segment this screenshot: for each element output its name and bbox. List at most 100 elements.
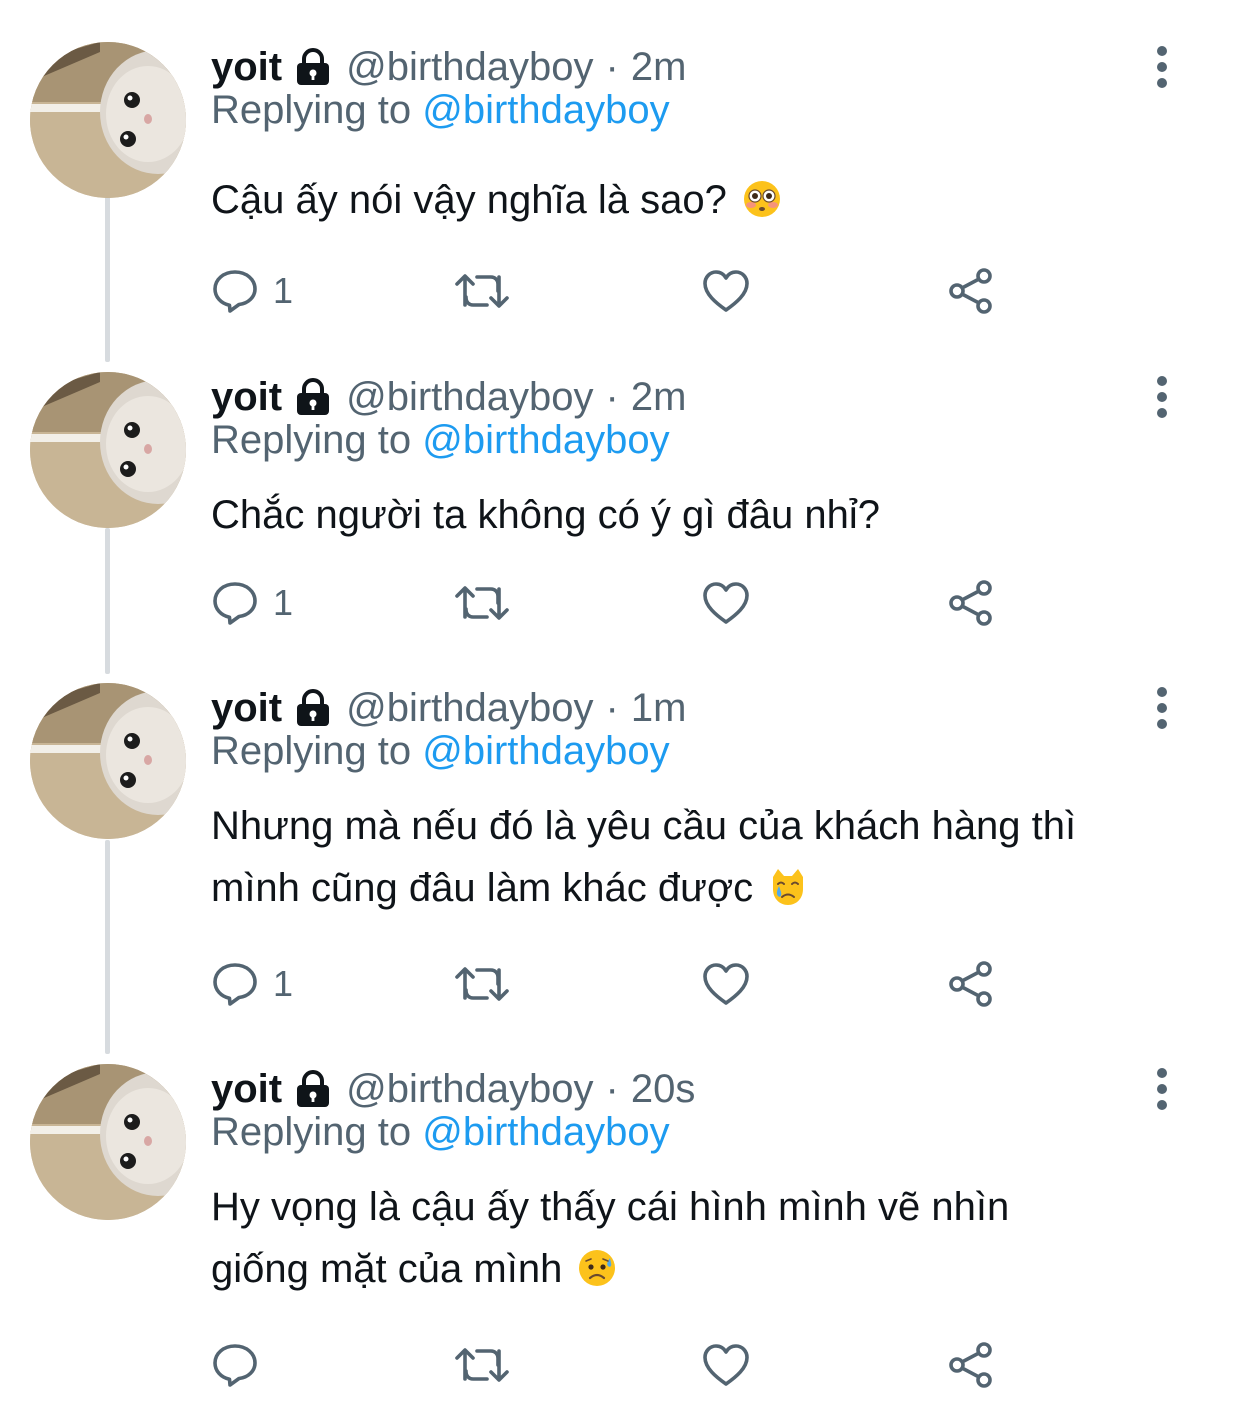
separator: · bbox=[605, 685, 619, 730]
timestamp[interactable]: 2m bbox=[631, 45, 687, 90]
tweet-text-line: mình cũng đâu làm khác được bbox=[211, 866, 754, 910]
thread-connector bbox=[105, 196, 110, 362]
timestamp[interactable]: 20s bbox=[631, 1067, 696, 1112]
share-button[interactable] bbox=[946, 959, 996, 1009]
tweet-header: yoit @birthdayboy · 2m bbox=[211, 42, 686, 92]
reply-icon bbox=[211, 961, 259, 1007]
separator: · bbox=[605, 374, 619, 419]
retweet-button[interactable] bbox=[453, 266, 511, 316]
tweet-text: Cậu ấy nói vậy nghĩa là sao? bbox=[211, 169, 1201, 231]
tweet-header: yoit @birthdayboy · 20s bbox=[211, 1064, 695, 1114]
timestamp[interactable]: 1m bbox=[631, 686, 687, 731]
reply-icon bbox=[211, 268, 259, 314]
timestamp[interactable]: 2m bbox=[631, 375, 687, 420]
like-button[interactable] bbox=[701, 959, 751, 1009]
more-vertical-icon bbox=[1155, 1067, 1169, 1111]
heart-icon bbox=[701, 580, 751, 626]
crying-cat-face-emoji bbox=[768, 867, 808, 907]
more-vertical-icon bbox=[1155, 45, 1169, 89]
more-options-button[interactable] bbox=[1142, 42, 1182, 92]
replying-to: Replying to @birthdayboy bbox=[211, 729, 670, 774]
share-button[interactable] bbox=[946, 1340, 996, 1390]
retweet-button[interactable] bbox=[453, 578, 511, 628]
lock-icon bbox=[294, 1069, 332, 1109]
tweet-text-line: Chắc người ta không có ý gì đâu nhỉ? bbox=[211, 493, 880, 537]
more-vertical-icon bbox=[1155, 686, 1169, 730]
handle[interactable]: @birthdayboy bbox=[346, 45, 593, 90]
retweet-icon bbox=[453, 1343, 511, 1387]
avatar[interactable] bbox=[30, 1064, 186, 1220]
retweet-icon bbox=[453, 269, 511, 313]
tweet-text: Chắc người ta không có ý gì đâu nhỉ? bbox=[211, 484, 1201, 546]
retweet-icon bbox=[453, 581, 511, 625]
tweet-text: Nhưng mà nếu đó là yêu cầu của khách hàn… bbox=[211, 795, 1201, 919]
display-name[interactable]: yoit bbox=[211, 375, 282, 420]
share-icon bbox=[946, 267, 996, 315]
retweet-button[interactable] bbox=[453, 1340, 511, 1390]
separator: · bbox=[605, 44, 619, 89]
retweet-icon bbox=[453, 962, 511, 1006]
tweet-actions: 1 bbox=[211, 266, 1011, 316]
tweet-text-line: Hy vọng là cậu ấy thấy cái hình mình vẽ … bbox=[211, 1185, 1010, 1229]
more-vertical-icon bbox=[1155, 375, 1169, 419]
more-options-button[interactable] bbox=[1142, 372, 1182, 422]
replying-to-prefix: Replying to bbox=[211, 1110, 412, 1154]
tweet-text-line: giống mặt của mình bbox=[211, 1247, 563, 1291]
replying-to: Replying to @birthdayboy bbox=[211, 1110, 670, 1155]
like-button[interactable] bbox=[701, 578, 751, 628]
tweet-text-line: Cậu ấy nói vậy nghĩa là sao? bbox=[211, 178, 727, 222]
reply-button[interactable]: 1 bbox=[211, 266, 293, 316]
reply-button[interactable]: 1 bbox=[211, 578, 293, 628]
reply-count: 1 bbox=[273, 270, 294, 311]
tweet-header: yoit @birthdayboy · 1m bbox=[211, 683, 686, 733]
avatar[interactable] bbox=[30, 683, 186, 839]
avatar[interactable] bbox=[30, 372, 186, 528]
flushed-face-emoji bbox=[742, 179, 782, 219]
separator: · bbox=[605, 1066, 619, 1111]
tweet-text: Hy vọng là cậu ấy thấy cái hình mình vẽ … bbox=[211, 1176, 1201, 1300]
handle[interactable]: @birthdayboy bbox=[346, 686, 593, 731]
lock-icon bbox=[294, 377, 332, 417]
reply-count: 1 bbox=[273, 582, 294, 623]
share-icon bbox=[946, 1341, 996, 1389]
replying-to-prefix: Replying to bbox=[211, 729, 412, 773]
lock-icon bbox=[294, 47, 332, 87]
display-name[interactable]: yoit bbox=[211, 45, 282, 90]
replying-to-prefix: Replying to bbox=[211, 88, 412, 132]
like-button[interactable] bbox=[701, 1340, 751, 1390]
lock-icon bbox=[294, 688, 332, 728]
heart-icon bbox=[701, 1342, 751, 1388]
replying-to-mention[interactable]: @birthdayboy bbox=[422, 1110, 669, 1154]
share-button[interactable] bbox=[946, 578, 996, 628]
display-name[interactable]: yoit bbox=[211, 686, 282, 731]
sad-sweat-face-emoji bbox=[577, 1248, 617, 1288]
share-button[interactable] bbox=[946, 266, 996, 316]
tweet-actions: 1 bbox=[211, 959, 1011, 1009]
share-icon bbox=[946, 579, 996, 627]
replying-to-prefix: Replying to bbox=[211, 418, 412, 462]
reply-button[interactable]: 1 bbox=[211, 959, 293, 1009]
tweet-actions: 1 bbox=[211, 578, 1011, 628]
reply-button[interactable] bbox=[211, 1340, 273, 1390]
replying-to-mention[interactable]: @birthdayboy bbox=[422, 418, 669, 462]
heart-icon bbox=[701, 268, 751, 314]
heart-icon bbox=[701, 961, 751, 1007]
avatar[interactable] bbox=[30, 42, 186, 198]
retweet-button[interactable] bbox=[453, 959, 511, 1009]
share-icon bbox=[946, 960, 996, 1008]
tweet-actions bbox=[211, 1340, 1011, 1390]
replying-to: Replying to @birthdayboy bbox=[211, 418, 670, 463]
reply-icon bbox=[211, 580, 259, 626]
thread-connector bbox=[105, 840, 110, 1054]
tweet-text-line: Nhưng mà nếu đó là yêu cầu của khách hàn… bbox=[211, 804, 1077, 848]
handle[interactable]: @birthdayboy bbox=[346, 1067, 593, 1112]
replying-to-mention[interactable]: @birthdayboy bbox=[422, 88, 669, 132]
display-name[interactable]: yoit bbox=[211, 1067, 282, 1112]
handle[interactable]: @birthdayboy bbox=[346, 375, 593, 420]
reply-count: 1 bbox=[273, 963, 294, 1004]
more-options-button[interactable] bbox=[1142, 683, 1182, 733]
replying-to: Replying to @birthdayboy bbox=[211, 88, 670, 133]
like-button[interactable] bbox=[701, 266, 751, 316]
more-options-button[interactable] bbox=[1142, 1064, 1182, 1114]
replying-to-mention[interactable]: @birthdayboy bbox=[422, 729, 669, 773]
